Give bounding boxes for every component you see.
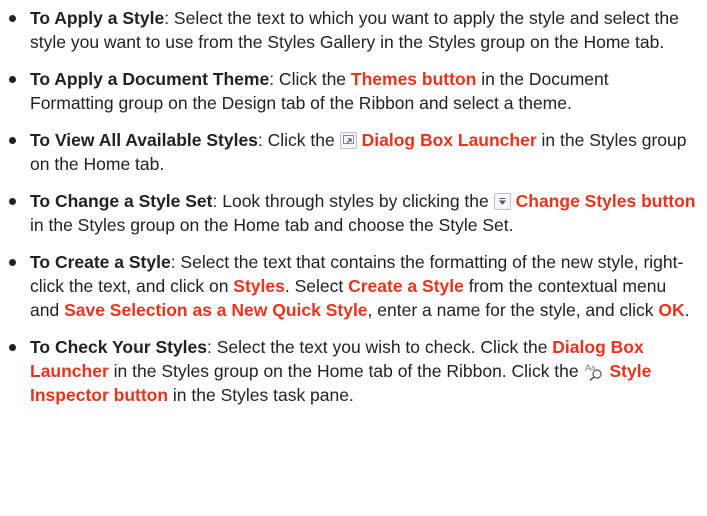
item-text: : Click the <box>269 69 351 89</box>
list-item: To Change a Style Set: Look through styl… <box>0 189 707 237</box>
highlight-term: Dialog Box Launcher <box>361 130 537 150</box>
dropdown-arrow-icon <box>493 193 511 210</box>
item-title: To Apply a Style <box>30 8 165 28</box>
bullet-icon <box>9 259 16 266</box>
bullet-icon <box>9 15 16 22</box>
highlight-term: Save Selection as a New Quick Style <box>64 300 368 320</box>
bullet-icon <box>9 76 16 83</box>
bullet-icon <box>9 137 16 144</box>
list-item: To View All Available Styles: Click the … <box>0 128 707 176</box>
item-title: To View All Available Styles <box>30 130 258 150</box>
style-instructions-list: To Apply a Style: Select the text to whi… <box>0 0 707 407</box>
style-inspector-icon: Aa <box>584 362 604 381</box>
list-item: To Create a Style: Select the text that … <box>0 250 707 322</box>
highlight-term: Themes button <box>350 69 477 89</box>
item-text: . Select <box>284 276 349 296</box>
item-text: : Select the text you wish to check. Cli… <box>207 337 553 357</box>
bullet-icon <box>9 344 16 351</box>
highlight-term: OK <box>658 300 685 320</box>
item-title: To Check Your Styles <box>30 337 207 357</box>
item-text: . <box>684 300 690 320</box>
item-text: in the Styles group on the Home tab and … <box>30 215 514 235</box>
item-title: To Create a Style <box>30 252 171 272</box>
bullet-icon <box>9 198 16 205</box>
highlight-term: Styles <box>233 276 285 296</box>
item-text: in the Styles task pane. <box>168 385 354 405</box>
highlight-term: Create a Style <box>348 276 464 296</box>
list-item: To Apply a Document Theme: Click the The… <box>0 67 707 115</box>
item-text: in the Styles group on the Home tab of t… <box>108 361 584 381</box>
item-title: To Apply a Document Theme <box>30 69 270 89</box>
list-item: To Check Your Styles: Select the text yo… <box>0 335 707 407</box>
item-text: : Click the <box>257 130 340 150</box>
highlight-term: Change Styles button <box>515 191 696 211</box>
item-title: To Change a Style Set <box>30 191 213 211</box>
item-text: : Look through styles by clicking the <box>212 191 494 211</box>
list-item: To Apply a Style: Select the text to whi… <box>0 6 707 54</box>
item-text: , enter a name for the style, and click <box>367 300 659 320</box>
dialog-box-launcher-icon <box>339 132 357 149</box>
